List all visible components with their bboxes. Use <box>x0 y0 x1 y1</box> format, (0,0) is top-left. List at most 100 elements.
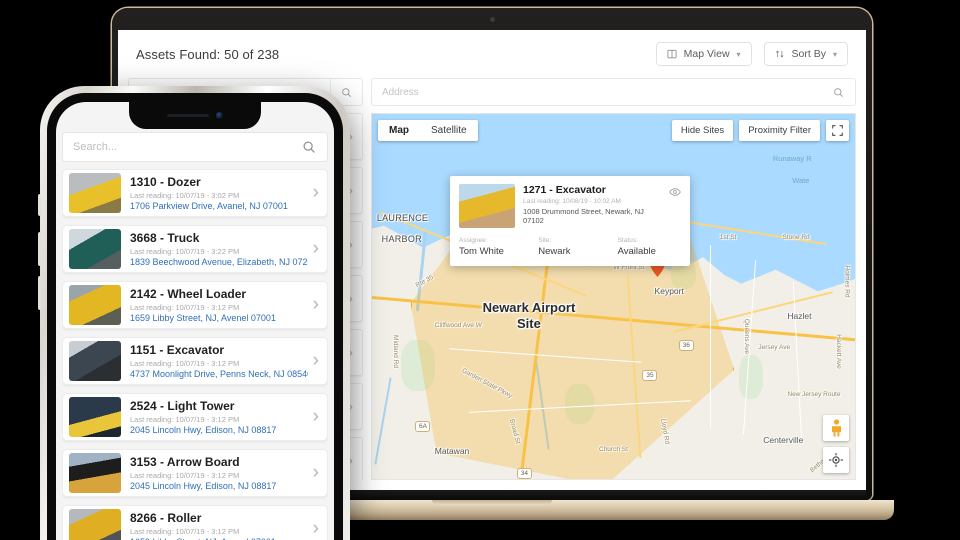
phone-frame: Search... 1310 - Dozer Last reading: 10/0… <box>38 86 350 540</box>
asset-text: 1151 - Excavator Last reading: 10/07/19 -… <box>121 343 308 379</box>
asset-text: 3153 - Arrow Board Last reading: 10/07/19… <box>121 455 308 491</box>
asset-thumbnail <box>69 173 121 213</box>
address-search-icon[interactable] <box>821 79 855 105</box>
asset-text: 3668 - Truck Last reading: 10/07/19 - 3:2… <box>121 231 308 267</box>
asset-thumbnail <box>69 509 121 540</box>
sort-by-dropdown[interactable]: Sort By ▾ <box>763 42 848 66</box>
visibility-eye-icon[interactable] <box>665 184 681 228</box>
toolbar-buttons: Map View ▾ Sort By ▾ <box>655 42 848 66</box>
asset-info-popup[interactable]: 1271 - Excavator Last reading: 10/08/19 … <box>450 176 690 266</box>
mobile-search-bar[interactable]: Search... <box>62 132 328 162</box>
phone-notch <box>129 102 261 129</box>
phone-front-camera-icon <box>216 112 223 119</box>
asset-title: 1151 - Excavator <box>130 343 225 358</box>
asset-thumbnail <box>69 229 121 269</box>
route-shield-35: 35 <box>642 369 658 381</box>
chevron-right-icon: › <box>312 462 319 483</box>
chevron-right-icon: › <box>312 518 319 539</box>
desktop-map-panel: Address LAURENCE HARBOR Keyport Hazlet M… <box>371 78 856 480</box>
phone-device: Search... 1310 - Dozer Last reading: 10/0… <box>38 86 350 540</box>
mobile-search-input[interactable]: Search... <box>63 133 291 161</box>
chevron-down-icon: ▾ <box>736 49 741 59</box>
chevron-right-icon: › <box>312 238 319 259</box>
phone-bezel: Search... 1310 - Dozer Last reading: 10/0… <box>47 93 343 540</box>
fullscreen-icon[interactable] <box>826 120 849 141</box>
asset-address: 1706 Parkview Drive, Avanel, NJ 07001 <box>130 200 288 211</box>
phone-earpiece-speaker <box>167 114 209 117</box>
asset-text: 2524 - Light Tower Last reading: 10/07/19… <box>121 399 308 435</box>
phone-volume-up-button[interactable] <box>38 232 41 266</box>
route-shield-6a: 6A <box>415 420 431 432</box>
phone-screen: Search... 1310 - Dozer Last reading: 10/0… <box>56 102 334 540</box>
mobile-asset-list[interactable]: 1310 - Dozer Last reading: 10/07/19 - 3:0… <box>62 169 328 540</box>
list-item[interactable]: 3668 - Truck Last reading: 10/07/19 - 3:2… <box>62 225 328 273</box>
phone-mute-switch[interactable] <box>38 194 41 216</box>
asset-title: 2524 - Light Tower <box>130 399 235 414</box>
map-label-waterpark-2: Wate <box>792 176 810 186</box>
asset-thumbnail <box>69 285 121 325</box>
route-shield-36: 36 <box>678 340 694 352</box>
popup-status-field: Status: Available <box>618 237 681 257</box>
map-label-stone-rd: Stone Rd <box>782 234 810 242</box>
map-park <box>739 354 764 399</box>
map-label-matawan: Matawan <box>434 446 470 457</box>
mobile-app: Search... 1310 - Dozer Last reading: 10/0… <box>56 102 334 540</box>
asset-address: 2045 Lincoln Hwy, Edison, NJ 08817 <box>130 480 277 491</box>
map-label-harbor: HARBOR <box>381 234 422 245</box>
address-input[interactable]: Address <box>372 79 821 105</box>
my-location-icon[interactable] <box>823 447 849 473</box>
map-type-switcher[interactable]: Map Satellite <box>378 120 478 141</box>
map-label-1st-st: 1st St <box>719 234 737 242</box>
asset-text: 2142 - Wheel Loader Last reading: 10/07/1… <box>121 287 308 323</box>
site-name-line2: Site <box>517 316 541 332</box>
map-road-local <box>710 245 712 428</box>
asset-last-reading: Last reading: 10/07/19 - 3:12 PM <box>130 470 240 480</box>
asset-title: 1310 - Dozer <box>130 175 201 190</box>
map-label-waterpark-1: Runaway R <box>772 154 812 164</box>
search-icon[interactable] <box>291 133 327 161</box>
asset-text: 1310 - Dozer Last reading: 10/07/19 - 3:0… <box>121 175 308 211</box>
asset-last-reading: Last reading: 10/07/19 - 3:12 PM <box>130 414 240 424</box>
popup-assignee-field: Assignee: Tom White <box>459 237 538 257</box>
asset-last-reading: Last reading: 10/07/19 - 3:02 PM <box>130 190 240 200</box>
asset-address: 1839 Beechwood Avenue, Elizabeth, NJ 072… <box>130 256 308 267</box>
street-view-pegman-icon[interactable] <box>823 415 849 441</box>
map-canvas[interactable]: LAURENCE HARBOR Keyport Hazlet Matawan C… <box>372 114 855 479</box>
popup-title: 1271 - Excavator <box>523 184 606 196</box>
map-label-hackett: Hackett Ave <box>834 333 842 369</box>
map-view-dropdown[interactable]: Map View ▾ <box>655 42 752 66</box>
asset-last-reading: Last reading: 10/07/19 - 3:22 PM <box>130 246 240 256</box>
map-view-icon <box>667 49 677 59</box>
hide-sites-button[interactable]: Hide Sites <box>671 120 734 141</box>
phone-volume-down-button[interactable] <box>38 276 41 310</box>
map-label-church-st: Church St <box>599 446 628 454</box>
list-item[interactable]: 8266 - Roller Last reading: 10/07/19 - 3:… <box>62 505 328 540</box>
list-item[interactable]: 1310 - Dozer Last reading: 10/07/19 - 3:0… <box>62 169 328 217</box>
popup-site-field: Site: Newark <box>538 237 617 257</box>
chevron-right-icon: › <box>312 406 319 427</box>
chevron-down-icon: ▾ <box>832 49 837 59</box>
list-item[interactable]: 2524 - Light Tower Last reading: 10/07/19… <box>62 393 328 441</box>
map-tab-map[interactable]: Map <box>378 120 420 141</box>
laptop-webcam-icon <box>489 17 495 22</box>
map-label-laurence: LAURENCE <box>376 212 429 223</box>
asset-address: 2045 Lincoln Hwy, Edison, NJ 08817 <box>130 424 277 435</box>
chevron-right-icon: › <box>312 350 319 371</box>
site-name-line1: Newark Airport <box>482 300 576 316</box>
list-item[interactable]: 2142 - Wheel Loader Last reading: 10/07/1… <box>62 281 328 329</box>
list-item[interactable]: 1151 - Excavator Last reading: 10/07/19 -… <box>62 337 328 385</box>
popup-last-reading: Last reading: 10/08/19 - 10:02 AM <box>523 198 621 205</box>
map-action-buttons: Hide Sites Proximity Filter <box>671 120 849 141</box>
proximity-filter-button[interactable]: Proximity Filter <box>739 120 820 141</box>
asset-thumbnail <box>69 397 121 437</box>
map-label-jersey-ave: Jersey Ave <box>758 343 791 351</box>
popup-site-label: Site: <box>538 237 552 244</box>
asset-title: 8266 - Roller <box>130 511 202 526</box>
address-search-bar[interactable]: Address <box>371 78 856 106</box>
map-tab-satellite[interactable]: Satellite <box>420 120 478 141</box>
map-container[interactable]: LAURENCE HARBOR Keyport Hazlet Matawan C… <box>371 113 856 480</box>
list-item[interactable]: 3153 - Arrow Board Last reading: 10/07/19… <box>62 449 328 497</box>
site-name-label: Newark Airport Site <box>459 300 599 333</box>
asset-thumbnail <box>69 341 121 381</box>
asset-text: 8266 - Roller Last reading: 10/07/19 - 3:… <box>121 511 308 540</box>
